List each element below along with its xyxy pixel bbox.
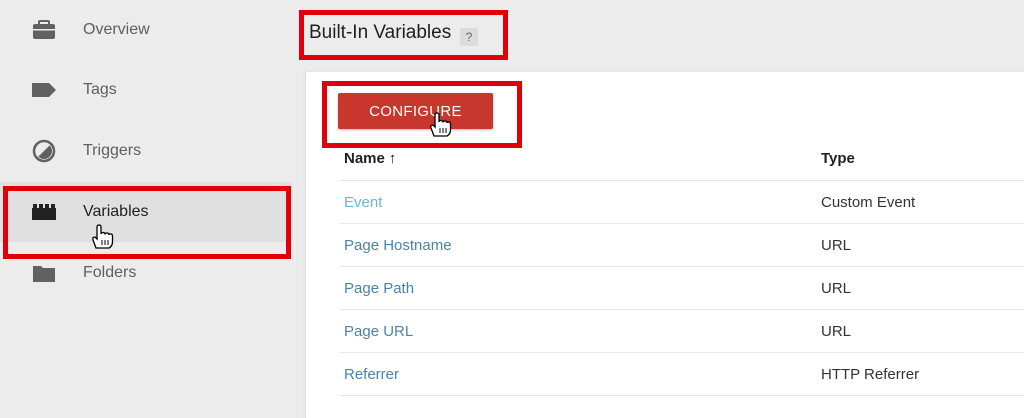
sidebar-item-label: Variables [83, 203, 149, 220]
table-row: Referrer HTTP Referrer [340, 353, 1024, 396]
variable-type: URL [821, 280, 852, 297]
sidebar-item-overview[interactable]: Overview [0, 0, 292, 60]
variables-icon [32, 200, 56, 224]
variable-name-link[interactable]: Event [344, 194, 382, 211]
sidebar-item-triggers[interactable]: Triggers [0, 121, 292, 181]
table-row: Event Custom Event [340, 181, 1024, 224]
hand-cursor-icon [88, 222, 114, 255]
variable-name-link[interactable]: Referrer [344, 366, 399, 383]
sidebar: Overview Tags Triggers Variables Folders [0, 0, 292, 418]
briefcase-icon [32, 18, 56, 42]
help-icon[interactable]: ? [460, 28, 478, 46]
tag-icon [32, 78, 56, 102]
sidebar-item-label: Folders [83, 264, 137, 281]
variable-type: URL [821, 323, 852, 340]
variables-table: Name ↑ Type Event Custom Event Page Hostn… [340, 138, 1024, 396]
page-title: Built-In Variables [309, 22, 452, 43]
variable-type: HTTP Referrer [821, 366, 920, 383]
column-header-name[interactable]: Name ↑ [344, 150, 396, 167]
sidebar-item-label: Overview [83, 21, 150, 38]
variable-type: Custom Event [821, 194, 916, 211]
sidebar-item-tags[interactable]: Tags [0, 60, 292, 120]
variable-name-link[interactable]: Page Path [344, 280, 414, 297]
variable-name-link[interactable]: Page Hostname [344, 237, 452, 254]
sort-arrow-icon: ↑ [388, 150, 397, 167]
trigger-icon [32, 139, 56, 163]
table-row: Page Path URL [340, 267, 1024, 310]
sidebar-item-label: Triggers [83, 142, 142, 159]
table-row: Page Hostname URL [340, 224, 1024, 267]
folder-icon [32, 261, 56, 285]
variable-name-link[interactable]: Page URL [344, 323, 413, 340]
table-row: Page URL URL [340, 310, 1024, 353]
configure-button[interactable]: CONFIGURE [338, 93, 493, 129]
variable-type: URL [821, 237, 852, 254]
table-header: Name ↑ Type [340, 138, 1024, 181]
sidebar-item-label: Tags [83, 81, 117, 98]
column-header-type[interactable]: Type [821, 150, 855, 167]
sidebar-item-variables[interactable]: Variables [0, 182, 292, 242]
sidebar-item-folders[interactable]: Folders [0, 243, 292, 303]
